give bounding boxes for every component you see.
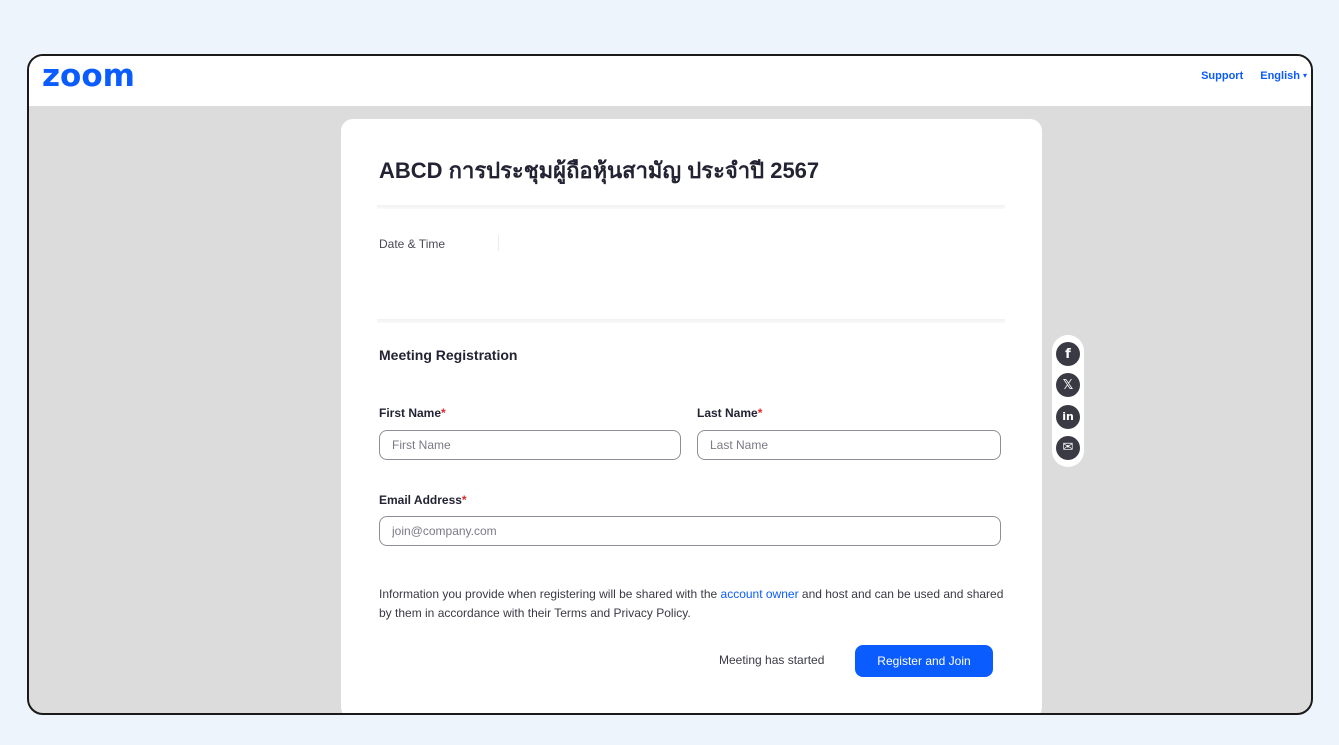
language-label: English <box>1260 70 1300 82</box>
section-title-registration: Meeting Registration <box>379 347 518 363</box>
support-link[interactable]: Support <box>1201 70 1243 82</box>
social-share-bar: f 𝕏 in ✉ <box>1052 335 1084 467</box>
divider <box>377 319 1005 323</box>
email-icon[interactable]: ✉ <box>1056 435 1080 460</box>
date-time-separator <box>498 235 499 251</box>
first-name-label: First Name* <box>379 406 446 420</box>
first-name-input[interactable] <box>379 430 681 460</box>
privacy-notice-text-before: Information you provide when registering… <box>379 587 721 601</box>
required-marker: * <box>757 406 763 420</box>
language-selector[interactable]: English ▾ <box>1260 70 1307 82</box>
last-name-label: Last Name* <box>697 406 762 420</box>
last-name-label-text: Last Name <box>697 406 758 420</box>
register-and-join-button[interactable]: Register and Join <box>855 645 993 677</box>
chevron-down-icon: ▾ <box>1302 71 1307 80</box>
zoom-logo[interactable]: zoom <box>42 58 135 94</box>
account-owner-link[interactable]: account owner <box>721 587 799 601</box>
facebook-icon[interactable]: f <box>1056 342 1080 367</box>
top-navigation-bar: zoom Support English ▾ <box>29 56 1311 106</box>
x-twitter-icon[interactable]: 𝕏 <box>1056 373 1080 398</box>
header-nav: Support English ▾ <box>1201 70 1307 82</box>
registration-card: ABCD การประชุมผู้ถือหุ้นสามัญ ประจำปี 25… <box>341 119 1042 713</box>
first-name-label-text: First Name <box>379 406 442 420</box>
linkedin-icon[interactable]: in <box>1056 404 1080 429</box>
email-label: Email Address* <box>379 493 467 507</box>
email-label-text: Email Address <box>379 493 462 507</box>
page-title: ABCD การประชุมผู้ถือหุ้นสามัญ ประจำปี 25… <box>379 158 820 183</box>
required-marker: * <box>461 493 467 507</box>
email-input[interactable] <box>379 516 1001 546</box>
browser-frame: zoom Support English ▾ ABCD การประชุมผู้ถ… <box>27 54 1313 715</box>
privacy-notice: Information you provide when registering… <box>379 585 1007 623</box>
meeting-status-text: Meeting has started <box>719 653 825 667</box>
divider <box>377 205 1005 209</box>
last-name-input[interactable] <box>697 430 1001 460</box>
required-marker: * <box>441 406 446 420</box>
date-time-label: Date & Time <box>379 237 446 251</box>
